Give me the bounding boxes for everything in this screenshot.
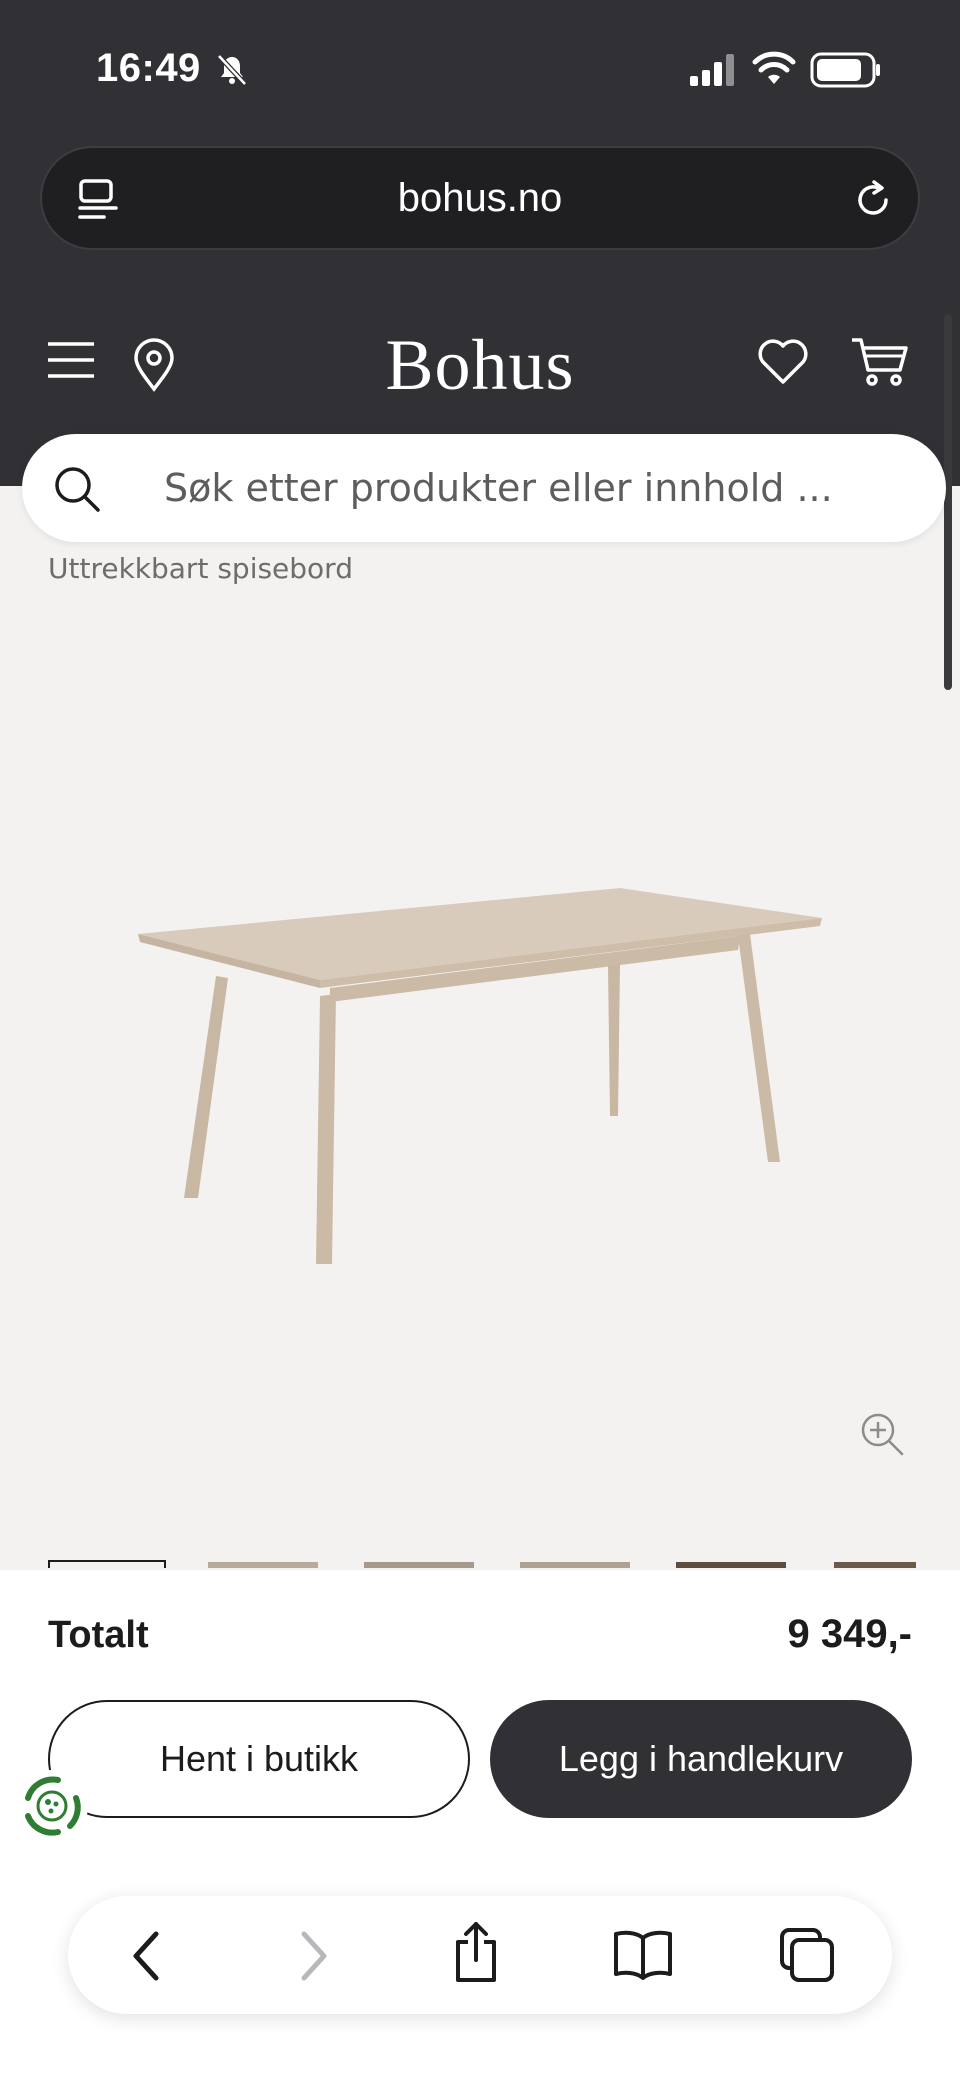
thumbnail-3[interactable] — [364, 1562, 474, 1568]
heart-icon[interactable] — [756, 338, 810, 386]
thumbnail-4[interactable] — [520, 1562, 630, 1568]
total-price: 9 349,- — [787, 1612, 912, 1656]
dining-table-image[interactable] — [120, 870, 840, 1270]
thumbnail-5[interactable] — [676, 1562, 786, 1568]
cart-icon[interactable] — [850, 336, 910, 388]
total-label: Totalt — [48, 1614, 149, 1656]
search-bar[interactable] — [22, 434, 946, 542]
battery-icon — [810, 52, 880, 88]
wifi-icon — [752, 51, 796, 84]
bookmarks-icon[interactable] — [612, 1928, 674, 1980]
thumbnail-6[interactable] — [834, 1562, 916, 1568]
zoom-in-icon[interactable] — [858, 1410, 906, 1458]
thumbnail-2[interactable] — [208, 1562, 318, 1568]
tabs-icon[interactable] — [778, 1926, 836, 1984]
bell-slash-icon — [217, 54, 247, 86]
signal-icon — [690, 54, 734, 86]
eco-badge-icon[interactable] — [14, 1768, 90, 1844]
forward-icon[interactable] — [290, 1930, 334, 1982]
status-time: 16:49 — [96, 46, 201, 90]
search-input[interactable] — [164, 458, 904, 518]
bohus-logo[interactable]: Bohus — [0, 324, 960, 407]
thumbnail-1[interactable] — [48, 1560, 166, 1568]
browser-toolbar — [68, 1896, 892, 2014]
product-category[interactable]: Uttrekkbart spisebord — [48, 552, 353, 585]
url-text[interactable]: bohus.no — [42, 176, 918, 221]
pickup-in-store-button[interactable]: Hent i butikk — [48, 1700, 470, 1818]
search-icon[interactable] — [52, 464, 102, 514]
reload-icon[interactable] — [850, 176, 896, 222]
share-icon[interactable] — [450, 1920, 502, 1984]
add-to-cart-button[interactable]: Legg i handlekurv — [490, 1700, 912, 1818]
back-icon[interactable] — [126, 1930, 170, 1982]
url-bar[interactable]: bohus.no — [40, 146, 920, 250]
